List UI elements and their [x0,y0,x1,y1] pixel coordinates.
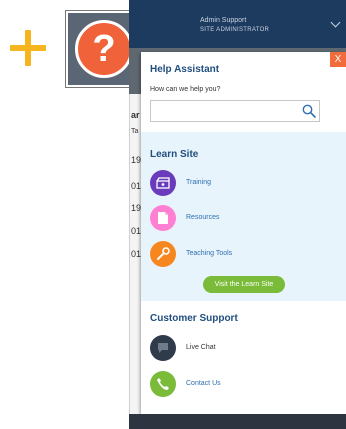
app-footer-strip [129,414,346,429]
help-assistant-title: Help Assistant [150,64,220,75]
background-text-fragment: 01 [131,249,142,259]
background-text-fragment: 01 [131,226,142,236]
customer-support-title: Customer Support [150,313,238,324]
chat-bubble-icon[interactable] [150,335,176,361]
background-text-fragment: Ta [131,128,139,135]
support-item-live-chat[interactable]: Live Chat [186,344,216,351]
user-name: Admin Support [200,17,247,24]
add-plus-icon[interactable] [10,30,46,66]
app-header [129,0,346,48]
wrench-icon[interactable] [150,241,176,267]
support-item-contact-us[interactable]: Contact Us [186,380,221,387]
learn-site-title: Learn Site [150,149,199,160]
background-text-fragment: 19 [131,203,142,213]
visit-learn-site-button[interactable]: Visit the Learn Site [203,276,285,293]
question-mark-icon: ? [75,20,133,78]
background-text-fragment: ar [131,110,140,120]
background-text-fragment: 19 [131,155,142,165]
clapperboard-icon[interactable] [150,170,176,196]
user-role: SITE ADMINISTRATOR [200,27,270,33]
close-button[interactable]: X [330,52,346,67]
help-search-input[interactable] [150,100,320,122]
phone-icon[interactable] [150,371,176,397]
learn-item-resources[interactable]: Resources [186,214,219,221]
learn-item-teaching-tools[interactable]: Teaching Tools [186,250,232,257]
help-prompt: How can we help you? [150,86,221,93]
document-icon[interactable] [150,205,176,231]
background-text-fragment: 01 [131,181,142,191]
search-icon[interactable] [302,104,316,118]
background-table-edge [129,94,141,429]
learn-item-training[interactable]: Training [186,179,211,186]
